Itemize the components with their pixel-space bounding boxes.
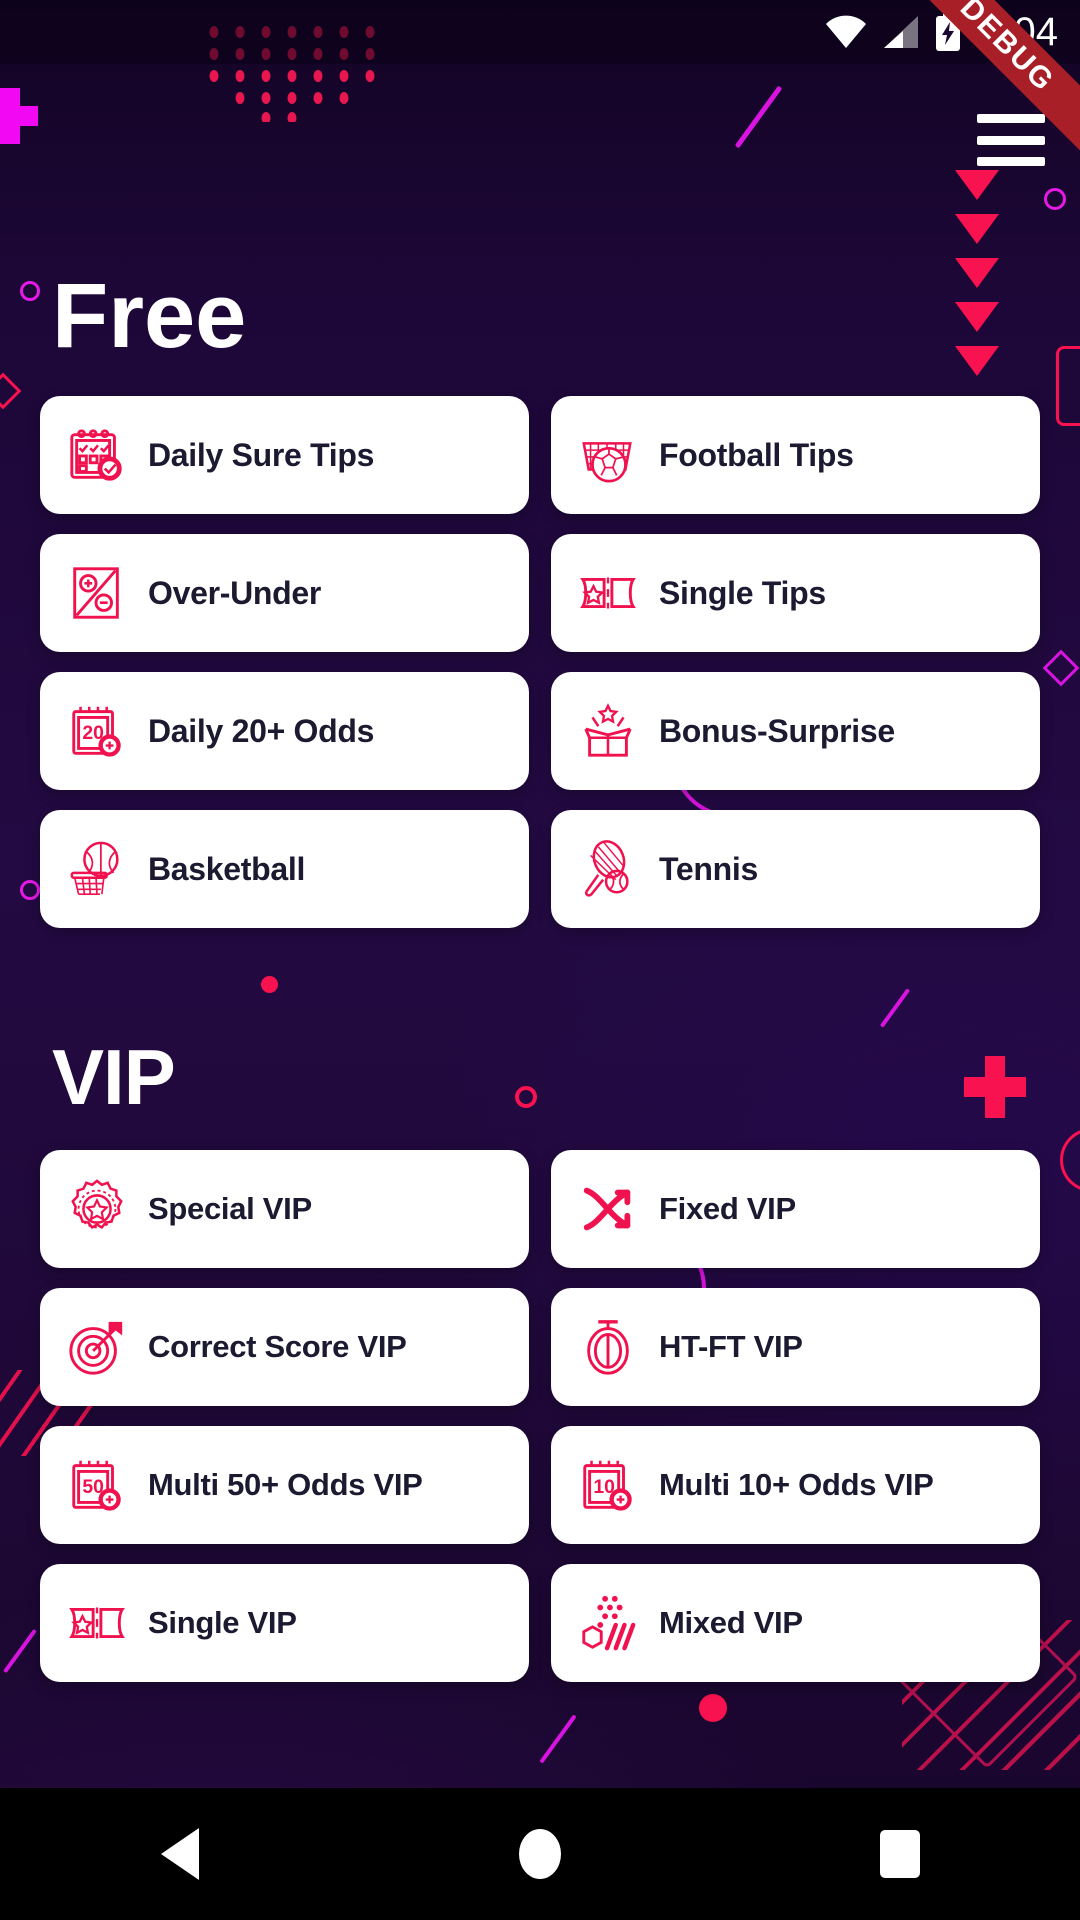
hamburger-bar (977, 157, 1045, 166)
basketball-hoop-icon (70, 841, 119, 896)
card-label: Special VIP (148, 1191, 312, 1226)
card-label: Bonus-Surprise (659, 712, 895, 749)
card-daily-20-odds[interactable]: 20 Daily 20+ Odds (40, 672, 529, 790)
card-label: Over-Under (148, 574, 322, 611)
home-circle-icon (519, 1829, 561, 1879)
football-goal-icon (582, 442, 632, 483)
card-over-under[interactable]: Over-Under (40, 534, 529, 652)
card-tennis[interactable]: Tennis (551, 810, 1040, 928)
card-basketball[interactable]: Basketball (40, 810, 529, 928)
back-triangle-icon (161, 1828, 199, 1880)
percent-plus-minus-icon (73, 567, 119, 619)
nav-recents-button[interactable] (840, 1788, 960, 1920)
ticket-star-icon (69, 1607, 125, 1639)
calendar-20-plus-icon: 20 (72, 706, 121, 757)
card-label: Daily Sure Tips (148, 436, 375, 473)
section-title-free: Free (52, 265, 247, 367)
recents-square-icon (880, 1830, 920, 1878)
card-correct-score-vip[interactable]: Correct Score VIP (40, 1288, 529, 1406)
nav-back-button[interactable] (120, 1788, 240, 1920)
card-label: Correct Score VIP (148, 1329, 407, 1364)
card-multi-50-odds-vip[interactable]: 50 Multi 50+ Odds VIP (40, 1426, 529, 1544)
card-label: Tennis (659, 850, 758, 887)
badge-star-icon (71, 1179, 123, 1230)
card-label: Single VIP (148, 1605, 297, 1640)
calendar-check-icon (70, 429, 122, 481)
card-football-tips[interactable]: Football Tips (551, 396, 1040, 514)
card-daily-sure-tips[interactable]: Daily Sure Tips (40, 396, 529, 514)
shuffle-arrows-icon (583, 1187, 631, 1231)
card-label: HT-FT VIP (659, 1329, 803, 1364)
hamburger-bar (977, 135, 1045, 145)
calendar-50-plus-icon: 50 (72, 1460, 121, 1511)
card-label: Daily 20+ Odds (148, 712, 375, 749)
card-label: Football Tips (659, 436, 854, 473)
main-content: Free Daily Sure Tips Football Tips Over-… (0, 0, 1080, 1682)
wifi-icon (826, 15, 867, 48)
card-fixed-vip[interactable]: Fixed VIP (551, 1150, 1040, 1268)
gift-box-icon (584, 703, 632, 757)
mixed-dots-icon (582, 1595, 636, 1651)
calendar-10-plus-icon: 10 (583, 1460, 632, 1511)
diagonal-line-decoration-3 (539, 1714, 577, 1764)
android-navigation-bar (0, 1788, 1080, 1920)
card-ht-ft-vip[interactable]: HT-FT VIP (551, 1288, 1040, 1406)
section-title-vip: VIP (52, 1033, 176, 1121)
dot-decoration-2 (699, 1694, 727, 1722)
card-label: Multi 50+ Odds VIP (148, 1467, 423, 1502)
card-label: Single Tips (659, 574, 826, 611)
card-multi-10-odds-vip[interactable]: 10 Multi 10+ Odds VIP (551, 1426, 1040, 1544)
hamburger-bar (977, 114, 1045, 123)
card-label: Multi 10+ Odds VIP (659, 1467, 934, 1502)
card-special-vip[interactable]: Special VIP (40, 1150, 529, 1268)
card-label: Mixed VIP (659, 1605, 803, 1640)
stopwatch-icon (587, 1320, 629, 1375)
card-bonus-surprise[interactable]: Bonus-Surprise (551, 672, 1040, 790)
app-root: 9:04 DEBUG Free (0, 0, 1080, 1920)
vip-tips-grid: Special VIP Fixed VIP Correct Score VIP … (0, 1150, 1080, 1682)
nav-home-button[interactable] (480, 1788, 600, 1920)
free-tips-grid: Daily Sure Tips Football Tips Over-Under… (0, 396, 1080, 928)
card-single-vip[interactable]: Single VIP (40, 1564, 529, 1682)
ticket-star-icon (580, 577, 636, 609)
card-mixed-vip[interactable]: Mixed VIP (551, 1564, 1040, 1682)
status-bar: 9:04 (0, 0, 1080, 64)
hamburger-menu-icon[interactable] (977, 114, 1045, 166)
card-label: Fixed VIP (659, 1191, 796, 1226)
card-label: Basketball (148, 850, 306, 887)
card-single-tips[interactable]: Single Tips (551, 534, 1040, 652)
target-dart-icon (69, 1321, 123, 1375)
tennis-racket-icon (584, 840, 629, 897)
cellular-signal-icon (884, 16, 919, 48)
